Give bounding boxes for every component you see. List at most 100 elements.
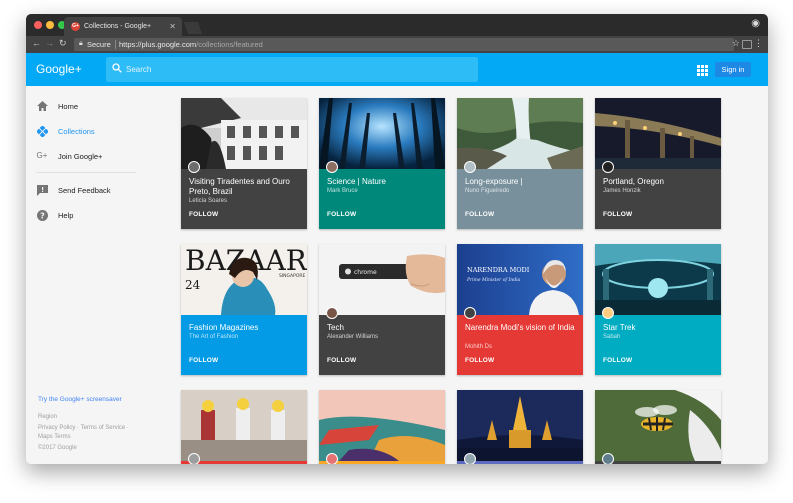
home-icon <box>36 101 48 111</box>
url-host: https://plus.google.com <box>119 40 197 49</box>
collection-cover-image <box>457 390 583 461</box>
sidebar-item-collections[interactable]: Collections <box>26 121 141 141</box>
collection-card[interactable] <box>319 390 445 464</box>
collection-card[interactable]: Portland, Oregon James Honzik FOLLOW <box>595 98 721 229</box>
author-avatar <box>326 307 338 319</box>
sidebar-item-join[interactable]: G+ Join Google+ <box>26 146 141 166</box>
collection-info: Tech Alexander Williams FOLLOW <box>319 315 445 375</box>
collection-title: Long-exposure | <box>465 177 523 186</box>
url-text[interactable]: https://plus.google.com/collections/feat… <box>119 40 263 49</box>
collection-author: The Art of Fashion <box>189 334 239 340</box>
author-avatar <box>188 453 200 464</box>
address-toolbar: ← → ↻ 🔒︎ Secure https://plus.google.com/… <box>26 36 768 53</box>
collection-title: Science | Nature <box>327 177 386 186</box>
collection-author: Mohith Ds <box>465 344 493 350</box>
follow-button[interactable]: FOLLOW <box>189 357 218 364</box>
incognito-icon: ◉ <box>751 18 760 29</box>
collection-card[interactable]: BAZAARSINGAPORE24 Fashion Magazines The … <box>181 244 307 375</box>
sidebar-item-label: Collections <box>58 127 95 136</box>
google-plus-favicon-icon: G+ <box>71 22 80 31</box>
close-tab-icon[interactable]: ✕ <box>169 22 176 31</box>
follow-button[interactable]: FOLLOW <box>603 357 632 364</box>
collection-card[interactable] <box>181 390 307 464</box>
author-avatar <box>464 453 476 464</box>
collection-card[interactable]: chrome Tech Alexander Williams FOLLOW <box>319 244 445 375</box>
collection-cover-image <box>595 244 721 315</box>
author-avatar <box>602 453 614 464</box>
collection-title: Portland, Oregon <box>603 177 664 186</box>
collection-author: Nuno Figueiredo <box>465 188 510 194</box>
collection-author: Alexander Williams <box>327 334 379 340</box>
collection-cover-image <box>457 98 583 169</box>
sidebar-item-help[interactable]: ? Help <box>26 205 141 225</box>
screensaver-link[interactable]: Try the Google+ screensaver <box>38 396 122 403</box>
browser-menu-icon[interactable]: ⋮ <box>754 38 763 49</box>
collection-cover-image: BAZAARSINGAPORE24 <box>181 244 307 315</box>
author-avatar <box>464 307 476 319</box>
sidebar-item-feedback[interactable]: Send Feedback <box>26 180 141 200</box>
close-window-button[interactable] <box>34 21 42 29</box>
copyright: ©2017 Google <box>38 445 77 451</box>
collection-cover-image <box>595 390 721 461</box>
legal-links-line1[interactable]: Privacy Policy · Terms of Service · <box>38 424 129 433</box>
browser-tab[interactable]: G+ Collections - Google+ ✕ <box>64 17 182 36</box>
collection-card[interactable]: NARENDRA MODI Prime Minister of India Nar… <box>457 244 583 375</box>
search-icon <box>112 63 122 76</box>
collection-color-strip <box>595 461 721 464</box>
collection-info: Science | Nature Mark Bruce FOLLOW <box>319 169 445 229</box>
bazaar-subtitle: SINGAPORE <box>279 273 305 279</box>
collection-author: Sabah <box>603 334 621 340</box>
apps-grid-icon[interactable] <box>697 65 708 76</box>
sidebar-item-label: Send Feedback <box>58 186 111 195</box>
collections-icon <box>35 125 49 138</box>
collection-card[interactable]: Long-exposure | Nuno Figueiredo FOLLOW <box>457 98 583 229</box>
bookmark-star-icon[interactable]: ☆ <box>732 38 740 49</box>
collection-title: Star Trek <box>603 323 636 332</box>
legal-links-line2[interactable]: Maps Terms <box>38 433 71 442</box>
google-plus-icon: G+ <box>36 151 48 160</box>
collection-author: Leticia Soares <box>189 198 228 204</box>
search-input[interactable]: Search <box>106 57 478 82</box>
follow-button[interactable]: FOLLOW <box>327 357 356 364</box>
address-separator <box>115 40 116 49</box>
follow-button[interactable]: FOLLOW <box>465 357 494 364</box>
follow-button[interactable]: FOLLOW <box>327 211 356 218</box>
author-avatar <box>602 307 614 319</box>
follow-button[interactable]: FOLLOW <box>189 211 218 218</box>
help-icon: ? <box>36 210 48 221</box>
sign-in-button[interactable]: Sign in <box>715 62 751 77</box>
minimize-window-button[interactable] <box>46 21 54 29</box>
collection-info: Fashion Magazines The Art of Fashion FOL… <box>181 315 307 375</box>
chrome-label: chrome <box>354 269 377 276</box>
back-icon[interactable]: ← <box>32 38 41 48</box>
google-plus-logo[interactable]: Google+ <box>36 62 82 76</box>
address-bar[interactable]: 🔒︎ Secure https://plus.google.com/collec… <box>74 38 734 51</box>
lock-icon: 🔒︎ <box>79 40 83 47</box>
extension-icon[interactable] <box>742 40 752 49</box>
collection-info: Visiting Tiradentes and Ouro Preto, Braz… <box>181 169 307 229</box>
collection-cover-image: NARENDRA MODI Prime Minister of India <box>457 244 583 315</box>
reload-icon[interactable]: ↻ <box>59 38 67 49</box>
collection-card[interactable] <box>595 390 721 464</box>
collection-cover-image <box>181 98 307 169</box>
collection-card[interactable]: Science | Nature Mark Bruce FOLLOW <box>319 98 445 229</box>
sidebar-item-label: Join Google+ <box>58 152 103 161</box>
sidebar-item-home[interactable]: Home <box>26 96 141 116</box>
modi-name-text: NARENDRA MODI <box>467 266 530 274</box>
follow-button[interactable]: FOLLOW <box>603 211 632 218</box>
region-link[interactable]: Region <box>38 413 57 422</box>
sidebar: Home Collections G+ Join Google+ Send Fe… <box>26 86 141 464</box>
new-tab-button[interactable] <box>183 22 203 34</box>
follow-button[interactable]: FOLLOW <box>465 211 494 218</box>
collection-info: Long-exposure | Nuno Figueiredo FOLLOW <box>457 169 583 229</box>
collection-card[interactable] <box>457 390 583 464</box>
collection-card[interactable]: Star Trek Sabah FOLLOW <box>595 244 721 375</box>
sidebar-item-label: Help <box>58 211 74 220</box>
author-avatar <box>464 161 476 173</box>
forward-icon[interactable]: → <box>45 38 54 48</box>
feedback-icon <box>36 185 48 196</box>
collection-author: James Honzik <box>603 188 641 194</box>
collection-card[interactable]: Visiting Tiradentes and Ouro Preto, Braz… <box>181 98 307 229</box>
tab-bar: G+ Collections - Google+ ✕ ◉ <box>26 14 768 36</box>
svg-text:24: 24 <box>185 278 201 292</box>
